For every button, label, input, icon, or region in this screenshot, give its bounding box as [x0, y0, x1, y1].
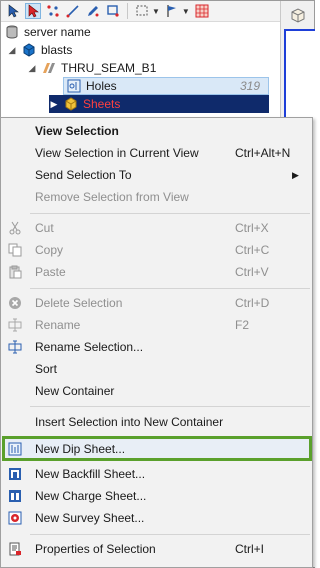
menu-item-view-selection[interactable]: View Selection: [2, 120, 311, 142]
menu-item-label: Properties of Selection: [35, 542, 156, 556]
menu-item-label: New Charge Sheet...: [35, 489, 147, 503]
sheets-icon: [63, 96, 79, 112]
pointer-icon[interactable]: [25, 3, 41, 19]
toolbar: ▼ ▼: [1, 1, 280, 22]
menu-item-sort[interactable]: Sort: [2, 358, 311, 380]
menu-item-label: Sort: [35, 362, 58, 376]
points-icon[interactable]: [45, 3, 61, 19]
tree-item-thru-seam[interactable]: ◢ THRU_SEAM_B1: [27, 59, 275, 77]
submenu-arrow-icon: ▶: [292, 169, 299, 180]
box-icon[interactable]: [105, 3, 121, 19]
copy-icon: [6, 241, 24, 259]
menu-item-insert-selection-new-container[interactable]: Insert Selection into New Container: [2, 411, 311, 433]
menu-item-properties[interactable]: Properties of Selection Ctrl+I: [2, 538, 311, 560]
menu-item-label: Remove Selection from View: [35, 190, 189, 204]
menu-item-label: New Survey Sheet...: [35, 511, 145, 525]
menu-item-shortcut: Ctrl+X: [235, 221, 269, 235]
tree-item-holes[interactable]: Holes 319: [63, 77, 269, 95]
tree-item-label: blasts: [41, 43, 73, 57]
menu-item-label: Copy: [35, 243, 64, 257]
project-tree: server name ◢ blasts ◢ THRU_SEAM_B1 Hole…: [1, 22, 280, 117]
menu-item-paste: Paste Ctrl+V: [2, 261, 311, 283]
rename-selection-icon: [6, 338, 24, 356]
menu-item-cut: Cut Ctrl+X: [2, 217, 311, 239]
menu-item-remove-selection: Remove Selection from View: [2, 186, 311, 208]
delete-icon: [6, 294, 24, 312]
collapse-arrow-icon[interactable]: ▶: [49, 99, 59, 110]
menu-item-view-selection-current[interactable]: View Selection in Current View Ctrl+Alt+…: [2, 142, 311, 164]
tree-item-label: Holes: [86, 79, 117, 93]
menu-item-shortcut: Ctrl+D: [235, 296, 270, 310]
menu-item-rename-selection[interactable]: Rename Selection...: [2, 336, 311, 358]
menu-separator: [30, 213, 310, 214]
holes-icon: [66, 78, 82, 94]
menu-item-new-container[interactable]: New Container: [2, 380, 311, 402]
menu-item-shortcut: Ctrl+V: [235, 265, 269, 279]
menu-item-copy: Copy Ctrl+C: [2, 239, 311, 261]
menu-item-label: New Container: [35, 384, 115, 398]
toolbar-separator: [127, 3, 128, 19]
select-icon[interactable]: [5, 3, 21, 19]
survey-sheet-icon: [6, 509, 24, 527]
menu-separator: [30, 288, 310, 289]
server-icon: [4, 24, 20, 40]
menu-item-send-selection-to[interactable]: Send Selection To ▶: [2, 164, 311, 186]
dropdown-icon[interactable]: ▼: [182, 7, 190, 16]
tree-item-blasts[interactable]: ◢ blasts: [7, 41, 275, 59]
line-icon[interactable]: [65, 3, 81, 19]
menu-item-label: Insert Selection into New Container: [35, 415, 224, 429]
menu-item-delete-selection: Delete Selection Ctrl+D: [2, 292, 311, 314]
menu-item-label: Delete Selection: [35, 296, 123, 310]
expand-arrow-icon[interactable]: ◢: [27, 63, 37, 74]
dropdown-icon[interactable]: ▼: [152, 7, 160, 16]
menu-item-shortcut: Ctrl+Alt+N: [235, 146, 291, 160]
menu-item-new-backfill-sheet[interactable]: New Backfill Sheet...: [2, 463, 311, 485]
menu-item-shortcut: F2: [235, 318, 250, 332]
tree-item-label: THRU_SEAM_B1: [61, 61, 157, 75]
menu-item-new-charge-sheet[interactable]: New Charge Sheet...: [2, 485, 311, 507]
rename-icon: [6, 316, 24, 334]
menu-item-label: New Dip Sheet...: [35, 442, 126, 456]
grid-icon[interactable]: [194, 3, 210, 19]
menu-item-label: View Selection: [35, 124, 119, 138]
menu-separator: [30, 534, 310, 535]
menu-separator: [30, 406, 310, 407]
cube-icon: [21, 42, 37, 58]
tree-item-server[interactable]: server name: [4, 23, 274, 41]
flag-icon[interactable]: [164, 3, 180, 19]
menu-item-label: Cut: [35, 221, 54, 235]
tree-item-label: Sheets: [83, 97, 121, 111]
menu-item-new-survey-sheet[interactable]: New Survey Sheet...: [2, 507, 311, 529]
charge-sheet-icon: [6, 487, 24, 505]
view-cube-icon[interactable]: [283, 4, 313, 26]
item-count: 319: [239, 79, 260, 93]
menu-item-label: Send Selection To: [35, 168, 132, 182]
menu-item-new-dip-sheet[interactable]: New Dip Sheet...: [2, 438, 311, 460]
menu-item-label: New Backfill Sheet...: [35, 467, 146, 481]
menu-item-label: Rename Selection...: [35, 340, 144, 354]
menu-item-label: View Selection in Current View: [35, 146, 199, 160]
tree-item-sheets[interactable]: ▶ Sheets: [49, 95, 269, 113]
scissors-icon: [6, 219, 24, 237]
tree-item-label: server name: [24, 25, 91, 39]
menu-item-label: Paste: [35, 265, 66, 279]
properties-icon: [6, 540, 24, 558]
dip-sheet-icon: [6, 440, 24, 458]
marquee-icon[interactable]: [134, 3, 150, 19]
menu-item-shortcut: Ctrl+I: [235, 542, 265, 556]
menu-item-label: Rename: [35, 318, 81, 332]
pen-icon[interactable]: [85, 3, 101, 19]
paste-icon: [6, 263, 24, 281]
expand-arrow-icon[interactable]: ◢: [7, 45, 17, 56]
backfill-sheet-icon: [6, 465, 24, 483]
menu-item-shortcut: Ctrl+C: [235, 243, 270, 257]
context-menu: View Selection View Selection in Current…: [0, 117, 313, 568]
menu-item-rename: Rename F2: [2, 314, 311, 336]
seam-icon: [41, 60, 57, 76]
